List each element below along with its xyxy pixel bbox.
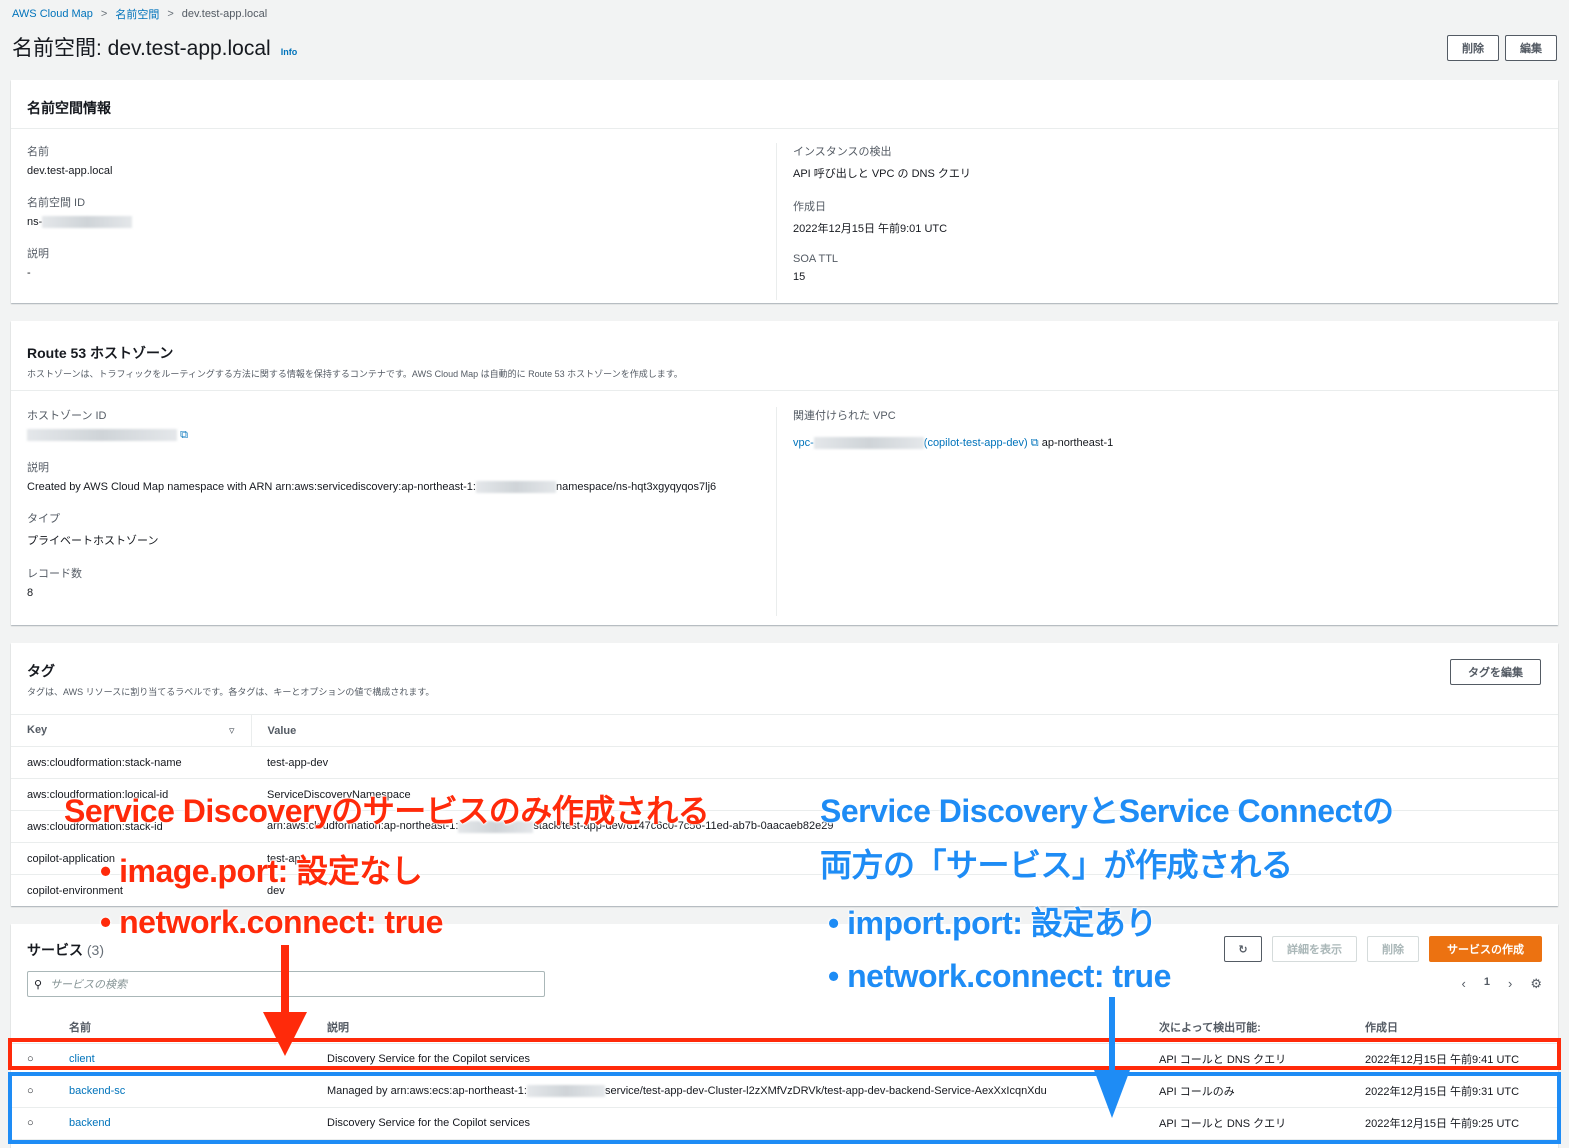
info-link[interactable]: Info <box>281 47 298 57</box>
label: 名前空間 ID <box>27 197 86 209</box>
annotation-red-title: Service Discoveryのサービスのみ作成される <box>63 793 710 830</box>
vpc-link[interactable]: vpc- (copilot-test-app-dev) <box>793 437 1028 450</box>
label: インスタンスの検出 <box>793 146 892 158</box>
highlight-box-red <box>8 1038 1561 1070</box>
refresh-button[interactable]: ↻ <box>1224 936 1262 962</box>
vpc-region: ap-northeast-1 <box>1041 437 1114 449</box>
delete-button[interactable]: 削除 <box>1447 35 1499 61</box>
value: API 呼び出しと VPC の DNS クエリ <box>793 168 971 180</box>
settings-gear-icon[interactable]: ⚙ <box>1530 976 1542 992</box>
panel-heading: 名前空間情報 <box>27 100 111 116</box>
annotation-blue-title: Service DiscoveryとService Connectの <box>820 793 1395 830</box>
value: dev.test-app.local <box>27 165 113 177</box>
namespace-id: ns- <box>27 216 43 228</box>
value: 2022年12月15日 午前9:01 UTC <box>793 223 948 235</box>
description-value: namespace/ns-hqt3xgyqyqos7lj6 <box>555 481 717 493</box>
panel-heading: Route 53 ホストゾーン <box>27 345 174 361</box>
breadcrumb-namespaces[interactable]: 名前空間 <box>115 6 159 22</box>
label: タイプ <box>27 513 60 526</box>
page-title: 名前空間: dev.test-app.local <box>12 37 271 60</box>
annotation-blue-item: • network.connect: true <box>828 958 1172 995</box>
annotation-red-item: • network.connect: true <box>100 904 444 941</box>
annotation-blue-item: • import.port: 設定あり <box>828 905 1158 942</box>
table-row: aws:cloudformation:stack-name test-app-de… <box>11 746 1558 779</box>
breadcrumb-cloud-map[interactable]: AWS Cloud Map <box>12 8 93 20</box>
namespace-info-panel: 名前空間情報 名前 dev.test-app.local 名前空間 ID ns- 説… <box>11 80 1558 303</box>
panel-heading: サービス <box>27 942 83 958</box>
column-key[interactable]: Key ▿ <box>11 714 252 747</box>
external-link-icon[interactable]: ⧉ <box>1031 437 1039 449</box>
breadcrumb: AWS Cloud Map > 名前空間 > dev.test-app.local <box>12 6 267 22</box>
edit-button[interactable]: 編集 <box>1505 35 1557 61</box>
panel-description: ホストゾーンは、トラフィックをルーティングする方法に関する情報を保持するコンテナ… <box>27 369 683 379</box>
annotation-blue-title: 両方の「サービス」が作成される <box>820 847 1294 884</box>
value: プライベートホストゾーン <box>27 535 159 548</box>
chevron-right-icon: > <box>100 8 108 20</box>
hosted-zone-link[interactable] <box>27 429 177 442</box>
panel-heading: タグ <box>27 663 55 679</box>
search-icon: ⚲ <box>34 978 43 991</box>
value: 8 <box>27 587 34 600</box>
search-placeholder: サービスの検索 <box>50 979 128 991</box>
label: 名前 <box>27 146 49 158</box>
label: レコード数 <box>27 568 82 581</box>
description-value: Created by AWS Cloud Map namespace with … <box>27 481 476 493</box>
tag-key: aws:cloudformation:stack-name <box>11 746 251 779</box>
next-page-icon[interactable]: › <box>1508 976 1512 992</box>
chevron-right-icon: > <box>167 8 174 20</box>
service-search-input[interactable]: ⚲ サービスの検索 <box>27 971 545 997</box>
label: 説明 <box>27 248 49 261</box>
create-service-button[interactable]: サービスの作成 <box>1429 936 1542 962</box>
service-count: (3) <box>86 942 105 958</box>
label: SOA TTL <box>793 253 839 265</box>
panel-description: タグは、AWS リソースに割り当てるラベルです。各タグは、キーとオプションの値で… <box>27 687 435 697</box>
annotation-red-item: • image.port: 設定なし <box>99 853 423 890</box>
edit-tags-button[interactable]: タグを編集 <box>1450 659 1541 685</box>
sort-icon: ▿ <box>228 725 235 737</box>
tag-value: test-app-dev <box>251 746 1558 779</box>
delete-service-button[interactable]: 削除 <box>1367 936 1419 962</box>
breadcrumb-current: dev.test-app.local <box>181 8 268 20</box>
external-link-icon[interactable]: ⧉ <box>180 429 188 441</box>
highlight-box-blue <box>8 1072 1561 1144</box>
value: - <box>27 267 31 280</box>
view-details-button[interactable]: 詳細を表示 <box>1272 936 1357 962</box>
prev-page-icon[interactable]: ‹ <box>1462 976 1466 992</box>
route53-panel: Route 53 ホストゾーンホストゾーンは、トラフィックをルーティングする方法… <box>11 321 1558 625</box>
label: 関連付けられた VPC <box>793 410 896 422</box>
label: 作成日 <box>793 201 826 213</box>
label: 説明 <box>27 462 49 474</box>
label: ホストゾーン ID <box>27 410 107 422</box>
column-value: Value <box>251 714 1558 747</box>
value: 15 <box>793 271 806 283</box>
page-number[interactable]: 1 <box>1484 976 1490 992</box>
